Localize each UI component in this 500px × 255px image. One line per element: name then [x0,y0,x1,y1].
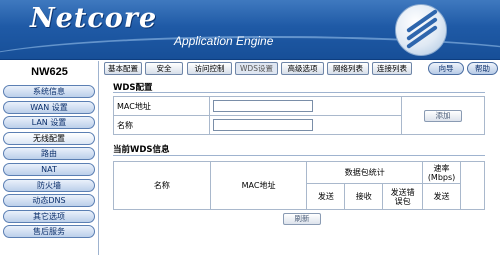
sidebar-item-ddns[interactable]: 动态DNS [3,194,95,208]
divider [113,155,485,156]
sidebar-item-nat[interactable]: NAT [3,162,95,176]
add-button[interactable]: 添加 [424,109,462,122]
wds-info-title: 当前WDS信息 [113,145,170,155]
device-model: NW625 [31,66,68,78]
app-header: Netcore Application Engine [0,0,500,60]
sidebar-item-system-info[interactable]: 系统信息 [3,85,95,98]
sidebar-item-wireless[interactable]: 无线配置 [3,131,95,145]
globe-logo-icon [395,4,447,56]
col-send-error-header: 发送错 误包 [382,183,424,210]
rate-label: 速率 [433,163,450,173]
refresh-button[interactable]: 刷新 [283,213,321,225]
sidebar-item-lan[interactable]: LAN 设置 [3,116,95,130]
mac-address-input[interactable] [213,100,313,112]
col-send-header: 发送 [306,183,346,210]
col-receive-header: 接收 [344,183,384,210]
brand-subtitle: Application Engine [174,34,274,48]
guide-button[interactable]: 向导 [428,62,464,75]
brand-logo: Netcore [30,3,158,34]
tab-wds[interactable]: WDS设置 [235,62,278,75]
sidebar-item-routing[interactable]: 路由 [3,147,95,161]
col-packet-stats-header: 数据包统计 [306,161,424,184]
sidebar-item-support[interactable]: 售后服务 [3,225,95,239]
add-cell: 添加 [401,96,485,135]
wds-info-table: 名称 MAC地址 数据包统计 速率 (Mbps) 发送 接收 发送错 误包 发送 [113,161,485,210]
sidebar-nav: 系统信息 WAN 设置 LAN 设置 无线配置 路由 NAT 防火墙 动态DNS… [3,85,95,241]
tab-basic[interactable]: 基本配置 [104,62,142,75]
sidebar-item-wan[interactable]: WAN 设置 [3,100,95,114]
col-rate-header: 速率 (Mbps) [422,161,462,184]
name-input[interactable] [213,119,313,131]
rate-unit: (Mbps) [427,172,456,182]
tab-connection-list[interactable]: 连接列表 [372,62,412,75]
left-sidebar: NW625 系统信息 WAN 设置 LAN 设置 无线配置 路由 NAT 防火墙… [0,61,99,255]
tab-network-list[interactable]: 网络列表 [327,62,369,75]
tab-access-control[interactable]: 访问控制 [187,62,232,75]
divider [113,92,485,93]
tab-advanced[interactable]: 高级选项 [281,62,324,75]
col-mac-header: MAC地址 [209,161,308,210]
send-error-line1: 发送错 [390,187,415,197]
send-error-line2: 误包 [394,196,411,206]
sidebar-item-other[interactable]: 其它选项 [3,209,95,223]
tab-security[interactable]: 安全 [145,62,183,75]
mac-cell [209,96,402,116]
sidebar-item-firewall[interactable]: 防火墙 [3,178,95,192]
col-rate-send-header: 发送 [422,183,462,210]
col-empty [460,161,485,210]
mac-label: MAC地址 [113,96,210,116]
name-label: 名称 [113,115,210,135]
col-name-header: 名称 [113,161,211,210]
help-button[interactable]: 帮助 [467,62,498,75]
name-cell [209,115,402,135]
wds-config-form: MAC地址 添加 名称 [113,96,485,135]
